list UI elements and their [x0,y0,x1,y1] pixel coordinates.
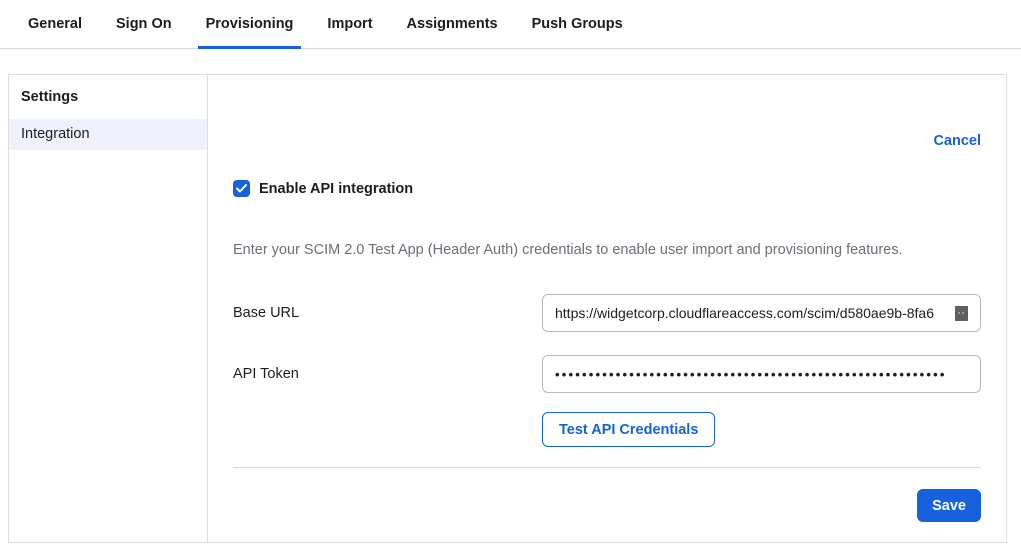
enable-api-integration-row: Enable API integration [233,180,981,197]
tab-assignments[interactable]: Assignments [399,0,506,48]
sidebar-header-settings: Settings [9,85,207,119]
test-api-credentials-button[interactable]: Test API Credentials [542,412,715,447]
tab-push-groups[interactable]: Push Groups [524,0,631,48]
base-url-label: Base URL [233,305,542,321]
enable-api-integration-label: Enable API integration [259,181,413,197]
app-tab-bar: General Sign On Provisioning Import Assi… [0,0,1021,49]
api-token-row: API Token ••••••••••••••••••••••••••••••… [233,355,981,393]
api-token-input[interactable]: ••••••••••••••••••••••••••••••••••••••••… [542,355,981,393]
settings-sidebar: Settings Integration [9,75,208,542]
text-selection-overflow-indicator [955,306,968,321]
tab-general[interactable]: General [20,0,90,48]
form-actions-top: Cancel [233,133,981,149]
test-credentials-row: Test API Credentials [233,412,981,447]
provisioning-panel: Settings Integration Cancel Enable API i… [8,74,1007,543]
save-button[interactable]: Save [917,489,981,522]
integration-settings-form: Cancel Enable API integration Enter your… [208,75,1006,542]
footer-divider [233,467,981,468]
sidebar-item-integration[interactable]: Integration [9,119,207,150]
api-token-label: API Token [233,366,542,382]
enable-api-integration-checkbox[interactable] [233,180,250,197]
base-url-row: Base URL https://widgetcorp.cloudflareac… [233,294,981,332]
tab-import[interactable]: Import [319,0,380,48]
base-url-value: https://widgetcorp.cloudflareaccess.com/… [555,305,957,321]
tab-sign-on[interactable]: Sign On [108,0,180,48]
tab-provisioning[interactable]: Provisioning [198,0,302,48]
credentials-description: Enter your SCIM 2.0 Test App (Header Aut… [233,242,981,258]
base-url-input[interactable]: https://widgetcorp.cloudflareaccess.com/… [542,294,981,332]
form-actions-bottom: Save [233,489,981,522]
check-icon [236,184,247,193]
api-token-masked-value: ••••••••••••••••••••••••••••••••••••••••… [555,367,947,382]
cancel-button[interactable]: Cancel [933,133,981,149]
